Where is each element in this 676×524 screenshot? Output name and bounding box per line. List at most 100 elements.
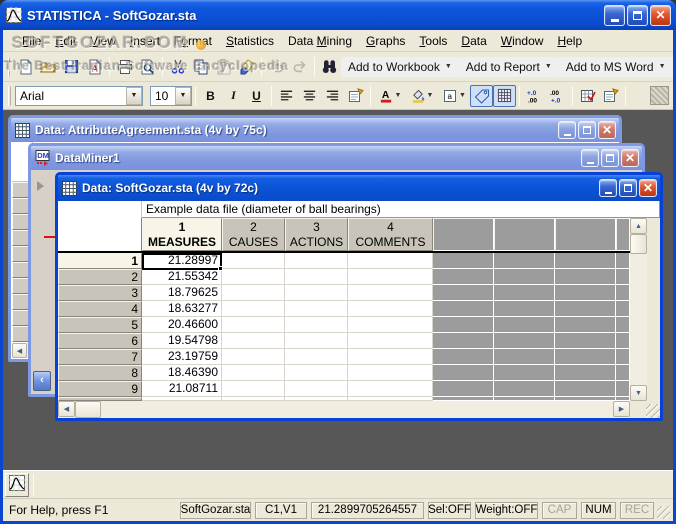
row-header-6[interactable]: 6 (58, 333, 142, 349)
add-to-workbook-button[interactable]: Add to Workbook ▼ (341, 56, 459, 77)
grid-cell-r8c2[interactable] (222, 365, 285, 381)
print-preview-button[interactable] (136, 56, 159, 78)
grid-cell-r5c4[interactable] (348, 317, 433, 333)
grid-cell-r2c3[interactable] (285, 269, 348, 285)
grid-cell-r7c4[interactable] (348, 349, 433, 365)
scrollbar-thumb[interactable] (75, 401, 101, 418)
maximize-button[interactable] (619, 179, 637, 197)
menu-insert[interactable]: Insert (123, 32, 167, 50)
resize-grip[interactable] (630, 401, 660, 418)
grid-cell-r4c2[interactable] (222, 301, 285, 317)
grid-cell-r5c2[interactable] (222, 317, 285, 333)
align-right-button[interactable] (321, 85, 344, 107)
scroll-left-button[interactable]: ◀ (58, 401, 75, 417)
resize-grip[interactable] (657, 506, 670, 519)
scroll-down-button[interactable]: ▼ (630, 385, 647, 401)
grid-cell-r4c4[interactable] (348, 301, 433, 317)
fill-color-button[interactable]: ▼ (406, 85, 438, 107)
grid-cell-r9c1[interactable]: 21.08711 (142, 381, 222, 397)
menu-help[interactable]: Help (550, 32, 589, 50)
bold-button[interactable]: B (199, 85, 222, 107)
row-header-3[interactable]: 3 (58, 285, 142, 301)
row-header-9[interactable]: 9 (58, 381, 142, 397)
undo-button[interactable] (265, 56, 288, 78)
grid-cell-r1c2[interactable] (222, 253, 285, 269)
row-header-7[interactable]: 7 (58, 349, 142, 365)
grid-cell-r5c3[interactable] (285, 317, 348, 333)
grid-cell-r2c2[interactable] (222, 269, 285, 285)
chevron-down-icon[interactable]: ▼ (175, 86, 191, 105)
grid-cell-r4c3[interactable] (285, 301, 348, 317)
toolbar-grip[interactable] (8, 85, 11, 106)
font-size-combo[interactable]: 10 ▼ (150, 85, 192, 106)
close-button[interactable]: ✕ (650, 4, 671, 26)
align-left-button[interactable] (275, 85, 298, 107)
minimize-button[interactable] (558, 121, 576, 139)
column-header-actions[interactable]: 3 ACTIONS (285, 218, 348, 251)
grid-cell-r3c3[interactable] (285, 285, 348, 301)
grid-cell-r5c1[interactable]: 20.46600 (142, 317, 222, 333)
column-header-comments[interactable]: 4 COMMENTS (348, 218, 433, 251)
cell-properties-button[interactable] (599, 85, 622, 107)
menu-view[interactable]: View (83, 32, 123, 50)
save-button[interactable] (60, 56, 83, 78)
macro-record-button[interactable]: AB (673, 56, 676, 78)
align-center-button[interactable] (298, 85, 321, 107)
grid-cell-r3c1[interactable]: 18.79625 (142, 285, 222, 301)
italic-button[interactable]: I (222, 85, 245, 107)
row-header-5[interactable]: 5 (58, 317, 142, 333)
pattern-selector[interactable] (650, 86, 669, 105)
grid-cell-r9c2[interactable] (222, 381, 285, 397)
close-button[interactable]: ✕ (621, 149, 639, 167)
print-button[interactable] (113, 56, 136, 78)
menu-edit[interactable]: Edit (48, 32, 83, 50)
maximize-button[interactable] (578, 121, 596, 139)
menu-data-mining[interactable]: Data Mining (281, 32, 359, 50)
statistica-module-button[interactable] (5, 472, 29, 497)
menu-format[interactable]: Format (167, 32, 219, 50)
text-box-button[interactable]: a ▼ (438, 85, 470, 107)
menu-window[interactable]: Window (494, 32, 551, 50)
grid-cell-r6c1[interactable]: 19.54798 (142, 333, 222, 349)
chevron-down-icon[interactable]: ▼ (126, 86, 142, 105)
grid-cell-r2c4[interactable] (348, 269, 433, 285)
cell-format-button[interactable] (344, 85, 367, 107)
underline-button[interactable]: U (245, 85, 268, 107)
scrollbar-thumb[interactable] (630, 234, 647, 254)
row-header-8[interactable]: 8 (58, 365, 142, 381)
window-title-bar[interactable]: Data: AttributeAgreement.sta (4v by 75c)… (11, 118, 619, 142)
decrease-decimals-button[interactable]: .00 +.0 (546, 85, 569, 107)
grid-cell-r8c3[interactable] (285, 365, 348, 381)
open-button[interactable] (37, 56, 60, 78)
grid-cell-r1c4[interactable] (348, 253, 433, 269)
menu-data[interactable]: Data (454, 32, 493, 50)
row-header-1[interactable]: 1 (58, 253, 142, 269)
grid-cell-r9c3[interactable] (285, 381, 348, 397)
window-title-bar[interactable]: DM DataMiner1 ✕ (31, 146, 642, 170)
copy-button[interactable] (189, 56, 212, 78)
redo-button[interactable] (288, 56, 311, 78)
scroll-up-button[interactable]: ▲ (630, 218, 647, 234)
grid-cell-r3c2[interactable] (222, 285, 285, 301)
maximize-button[interactable] (601, 149, 619, 167)
find-button[interactable] (318, 56, 341, 78)
format-painter-button[interactable] (235, 56, 258, 78)
horizontal-scrollbar[interactable]: ◀ ▶ (58, 401, 630, 418)
grid-cell-r6c2[interactable] (222, 333, 285, 349)
menu-statistics[interactable]: Statistics (219, 32, 281, 50)
increase-decimals-button[interactable]: +.0.00 (523, 85, 546, 107)
add-to-report-button[interactable]: Add to Report ▼ (458, 56, 559, 77)
grid-select-all-corner[interactable] (58, 218, 142, 251)
close-button[interactable]: ✕ (598, 121, 616, 139)
cut-button[interactable] (166, 56, 189, 78)
paste-button[interactable] (212, 56, 235, 78)
font-family-combo[interactable]: Arial ▼ (15, 85, 143, 106)
grid-cell-r7c3[interactable] (285, 349, 348, 365)
grid-cell-r2c1[interactable]: 21.55342 (142, 269, 222, 285)
minimize-button[interactable] (599, 179, 617, 197)
scroll-right-button[interactable]: ▶ (613, 401, 630, 417)
close-button[interactable]: ✕ (639, 179, 657, 197)
row-header-4[interactable]: 4 (58, 301, 142, 317)
grid-cell-r7c1[interactable]: 23.19759 (142, 349, 222, 365)
font-color-button[interactable]: A ▼ (374, 85, 406, 107)
